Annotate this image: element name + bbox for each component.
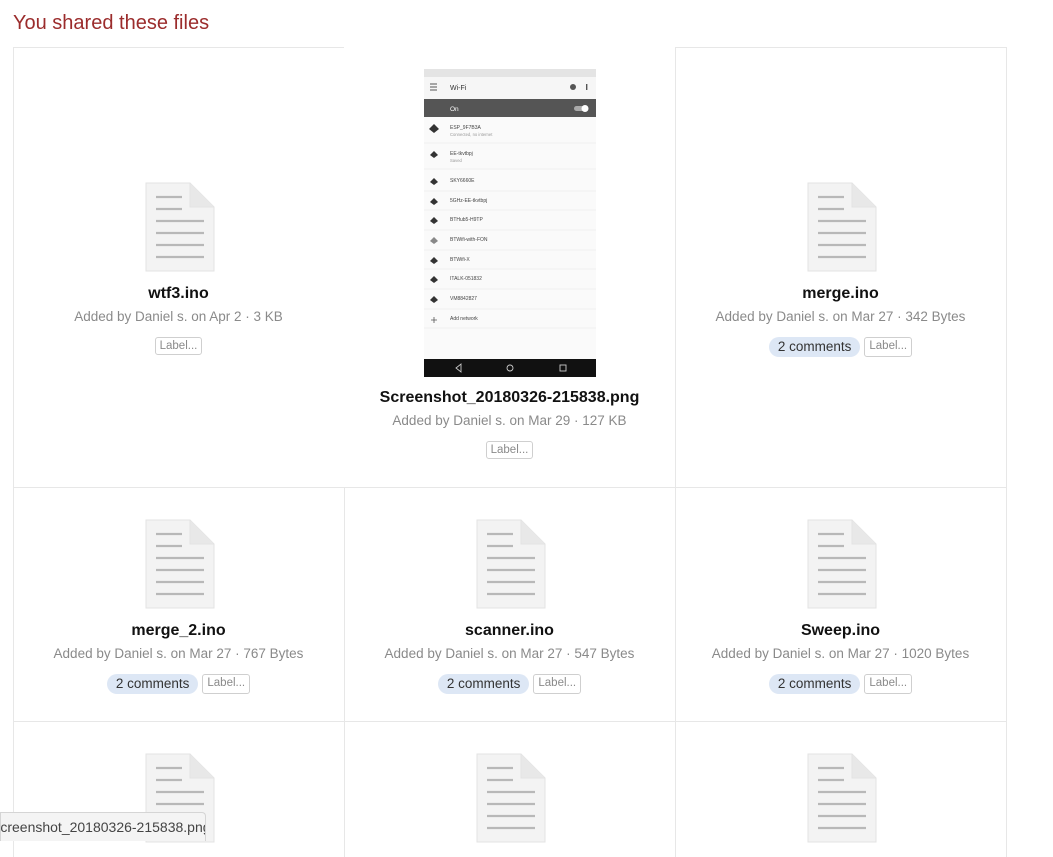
- file-card[interactable]: merge.ino Added by Daniel s. on Mar 27 ·…: [675, 47, 1006, 487]
- comments-badge[interactable]: 2 comments: [437, 674, 530, 694]
- network-name: SKY6660E: [450, 178, 475, 184]
- label-button[interactable]: Label...: [533, 674, 582, 694]
- network-sub: Saved: [450, 158, 463, 163]
- file-meta: Added by Daniel s. on Mar 29 · 127 KB: [392, 413, 627, 428]
- file-card[interactable]: Sweep.ino Added by Daniel s. on Mar 27 ·…: [675, 487, 1006, 721]
- network-name: EE-tkvtbpj: [450, 151, 473, 157]
- file-card[interactable]: [344, 721, 675, 857]
- comments-badge[interactable]: 2 comments: [768, 337, 861, 357]
- file-meta: Added by Daniel s. on Mar 27 · 342 Bytes: [715, 309, 966, 324]
- file-name[interactable]: Sweep.ino: [675, 622, 1006, 640]
- label-button[interactable]: Label...: [154, 337, 203, 355]
- file-card[interactable]: Wi-Fi On ESP_9F7B3A Connected, no intern…: [344, 47, 675, 487]
- preview-header: Wi-Fi: [450, 85, 467, 92]
- add-network: Add network: [450, 316, 478, 322]
- file-grid: wtf3.ino Added by Daniel s. on Apr 2 · 3…: [13, 47, 1007, 857]
- file-meta: Added by Daniel s. on Mar 27 · 547 Bytes: [384, 646, 635, 661]
- label-button[interactable]: Label...: [864, 337, 913, 357]
- file-name[interactable]: scanner.ino: [344, 622, 675, 640]
- network-name: ESP_9F7B3A: [450, 125, 482, 131]
- network-sub: Connected, no internet: [450, 132, 493, 137]
- network-name: BTWifi-with-FON: [450, 237, 488, 243]
- wifi-settings-preview: Wi-Fi On ESP_9F7B3A Connected, no intern…: [424, 69, 596, 377]
- network-name: 5GHz-EE-tkvtbpj: [450, 198, 487, 204]
- document-icon: [145, 182, 215, 272]
- label-button[interactable]: Label...: [864, 674, 913, 694]
- comments-badge[interactable]: 2 comments: [768, 674, 861, 694]
- file-name[interactable]: merge.ino: [675, 285, 1006, 303]
- status-bar-link-preview: Screenshot_20180326-215838.png: [0, 812, 206, 841]
- network-name: BTHub5-H9TP: [450, 217, 483, 223]
- file-meta: Added by Daniel s. on Apr 2 · 3 KB: [74, 309, 283, 324]
- network-name: VM8842827: [450, 296, 477, 302]
- document-icon: [145, 519, 215, 609]
- file-card[interactable]: scanner.ino Added by Daniel s. on Mar 27…: [344, 487, 675, 721]
- file-card[interactable]: merge_2.ino Added by Daniel s. on Mar 27…: [13, 487, 344, 721]
- file-card[interactable]: [675, 721, 1006, 857]
- document-icon: [476, 519, 546, 609]
- file-name[interactable]: merge_2.ino: [13, 622, 344, 640]
- label-button[interactable]: Label...: [202, 674, 251, 694]
- file-card[interactable]: wtf3.ino Added by Daniel s. on Apr 2 · 3…: [13, 47, 344, 487]
- comments-badge[interactable]: 2 comments: [106, 674, 199, 694]
- file-name[interactable]: wtf3.ino: [13, 285, 344, 303]
- document-icon: [807, 753, 877, 843]
- page-title: You shared these files: [13, 12, 210, 34]
- document-icon: [807, 182, 877, 272]
- preview-toggle-label: On: [450, 106, 459, 113]
- screenshot-thumbnail[interactable]: Wi-Fi On ESP_9F7B3A Connected, no intern…: [424, 69, 596, 377]
- file-name[interactable]: Screenshot_20180326-215838.png: [344, 389, 675, 407]
- document-icon: [476, 753, 546, 843]
- file-meta: Added by Daniel s. on Mar 27 · 767 Bytes: [53, 646, 304, 661]
- document-icon: [807, 519, 877, 609]
- label-button[interactable]: Label...: [485, 441, 534, 459]
- network-name: BTWifi-X: [450, 257, 470, 263]
- status-bar-url: Screenshot_20180326-215838.png: [0, 819, 206, 835]
- file-meta: Added by Daniel s. on Mar 27 · 1020 Byte…: [711, 646, 970, 661]
- network-name: ITALK-051832: [450, 276, 482, 282]
